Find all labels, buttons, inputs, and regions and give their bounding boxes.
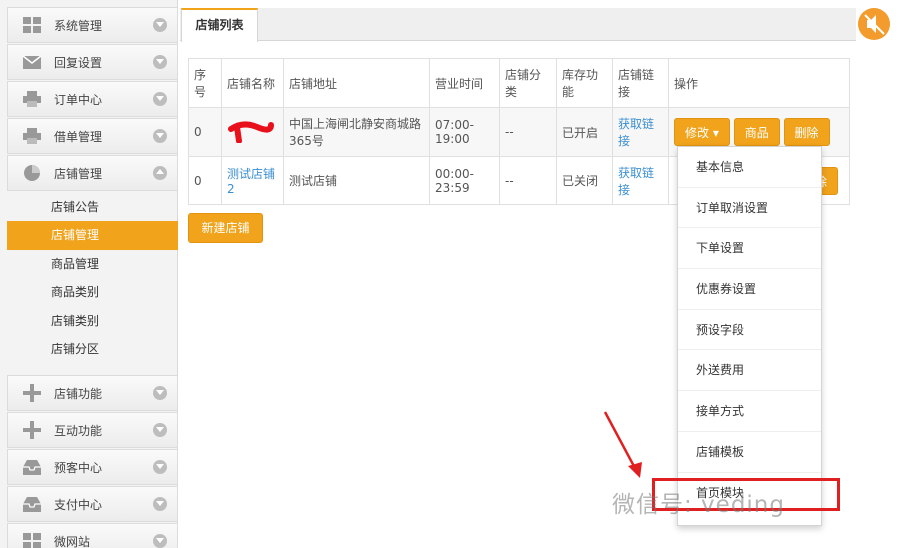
delete-button[interactable]: 删除 xyxy=(783,118,830,146)
cell-stock: 已关闭 xyxy=(556,156,613,205)
store-submenu: 店铺公告 店铺管理 商品管理 商品类别 店铺类别 店铺分区 xyxy=(7,193,178,363)
submenu-store-notice[interactable]: 店铺公告 xyxy=(7,193,178,221)
cell-hours: 00:00-23:59 xyxy=(429,156,500,205)
edit-dropdown-menu: 基本信息 订单取消设置 下单设置 优惠券设置 预设字段 外送费用 接单方式 店铺… xyxy=(677,146,822,526)
chevron-down-icon xyxy=(153,18,167,32)
dropdown-item-store-template[interactable]: 店铺模板 xyxy=(678,432,821,473)
submenu-store-zone[interactable]: 店铺分区 xyxy=(7,335,178,363)
col-header-hours: 营业时间 xyxy=(429,58,500,108)
submenu-goods-manage[interactable]: 商品管理 xyxy=(7,250,178,278)
cell-address: 中国上海闸北静安商城路365号 xyxy=(283,107,430,157)
tab-bar: 店铺列表 xyxy=(180,8,856,42)
inbox-icon xyxy=(22,459,42,475)
cell-name: 测试店铺2 xyxy=(221,156,284,205)
dropdown-item-delivery-fee[interactable]: 外送费用 xyxy=(678,350,821,392)
menu-label: 微网站 xyxy=(54,534,91,548)
col-header-actions: 操作 xyxy=(668,58,850,108)
submenu-store-category[interactable]: 店铺类别 xyxy=(7,307,178,335)
get-link[interactable]: 获取链接 xyxy=(618,117,654,148)
menu-item-system[interactable]: 系统管理 xyxy=(7,7,178,43)
watermark: 微信号: veding xyxy=(612,492,785,518)
menu-item-interactive[interactable]: 互动功能 xyxy=(7,412,178,448)
dropdown-item-basic-info[interactable]: 基本信息 xyxy=(678,147,821,188)
menu-item-orders[interactable]: 订单中心 xyxy=(7,81,178,117)
col-header-name: 店铺名称 xyxy=(221,58,284,108)
caret-down-icon: ▾ xyxy=(712,126,719,140)
col-header-category: 店铺分类 xyxy=(499,58,557,108)
menu-item-customer[interactable]: 预客中心 xyxy=(7,449,178,485)
dropdown-item-coupon[interactable]: 优惠券设置 xyxy=(678,269,821,310)
chevron-down-icon xyxy=(153,534,167,548)
menu-item-microsite[interactable]: 微网站 xyxy=(7,523,178,548)
menu-label: 支付中心 xyxy=(54,497,103,512)
chevron-up-icon xyxy=(153,166,167,180)
plus-icon xyxy=(22,421,42,439)
cell-hours: 07:00-19:00 xyxy=(429,107,500,157)
grid-icon xyxy=(22,533,42,548)
chevron-down-icon xyxy=(153,423,167,437)
dropdown-item-accept-mode[interactable]: 接单方式 xyxy=(678,391,821,432)
cell-category: -- xyxy=(499,156,557,205)
menu-label: 店铺功能 xyxy=(54,386,103,401)
speaker-mute-icon[interactable] xyxy=(858,8,890,40)
chevron-down-icon xyxy=(153,386,167,400)
chevron-down-icon xyxy=(153,460,167,474)
col-header-no: 序号 xyxy=(188,58,222,108)
col-header-link: 店铺链接 xyxy=(612,58,669,108)
menu-label: 系统管理 xyxy=(54,18,103,33)
printer-icon xyxy=(22,128,42,144)
cell-link: 获取链接 xyxy=(612,107,669,157)
cell-no: 0 xyxy=(188,156,222,205)
dropdown-item-order-settings[interactable]: 下单设置 xyxy=(678,228,821,270)
goods-button[interactable]: 商品 xyxy=(733,118,780,146)
plus-icon xyxy=(22,384,42,402)
dropdown-item-preset-fields[interactable]: 预设字段 xyxy=(678,310,821,351)
chevron-down-icon xyxy=(153,55,167,69)
menu-label: 店铺管理 xyxy=(54,166,103,181)
inbox-icon xyxy=(22,496,42,512)
edit-button[interactable]: 修改 ▾ xyxy=(674,118,730,146)
new-store-button[interactable]: 新建店铺 xyxy=(188,213,263,243)
printer-icon xyxy=(22,91,42,107)
cell-category: -- xyxy=(499,107,557,157)
sidebar: 系统管理 回复设置 订单中心 借单管理 店铺管理 店铺公告 店铺管理 商品管理 … xyxy=(0,0,178,548)
menu-label: 订单中心 xyxy=(54,92,103,107)
cell-name-redacted xyxy=(221,107,284,157)
menu-label: 预客中心 xyxy=(54,460,103,475)
get-link[interactable]: 获取链接 xyxy=(618,166,654,197)
submenu-store-manage[interactable]: 店铺管理 xyxy=(7,221,178,250)
chevron-down-icon xyxy=(153,92,167,106)
envelope-icon xyxy=(22,54,42,70)
table-header-row: 序号 店铺名称 店铺地址 营业时间 店铺分类 库存功能 店铺链接 操作 xyxy=(188,58,850,108)
cell-no: 0 xyxy=(188,107,222,157)
redaction-scribble xyxy=(228,120,274,144)
col-header-stock: 库存功能 xyxy=(556,58,613,108)
menu-item-store[interactable]: 店铺管理 xyxy=(7,155,178,191)
cell-link: 获取链接 xyxy=(612,156,669,205)
dropdown-item-order-cancel[interactable]: 订单取消设置 xyxy=(678,188,821,229)
store-name-link[interactable]: 测试店铺2 xyxy=(227,167,275,196)
grid-icon xyxy=(22,17,42,33)
submenu-goods-category[interactable]: 商品类别 xyxy=(7,278,178,306)
cell-address: 测试店铺 xyxy=(283,156,430,205)
cell-stock: 已开启 xyxy=(556,107,613,157)
menu-label: 借单管理 xyxy=(54,129,103,144)
menu-item-borrow[interactable]: 借单管理 xyxy=(7,118,178,154)
annotation-arrow xyxy=(603,411,642,478)
menu-label: 互动功能 xyxy=(54,423,103,438)
tab-store-list[interactable]: 店铺列表 xyxy=(181,8,258,42)
menu-label: 回复设置 xyxy=(54,55,103,70)
chevron-down-icon xyxy=(153,129,167,143)
menu-item-reply[interactable]: 回复设置 xyxy=(7,44,178,80)
chevron-down-icon xyxy=(153,497,167,511)
pie-chart-icon xyxy=(22,165,42,181)
menu-item-payment[interactable]: 支付中心 xyxy=(7,486,178,522)
col-header-address: 店铺地址 xyxy=(283,58,430,108)
menu-item-store-features[interactable]: 店铺功能 xyxy=(7,375,178,411)
